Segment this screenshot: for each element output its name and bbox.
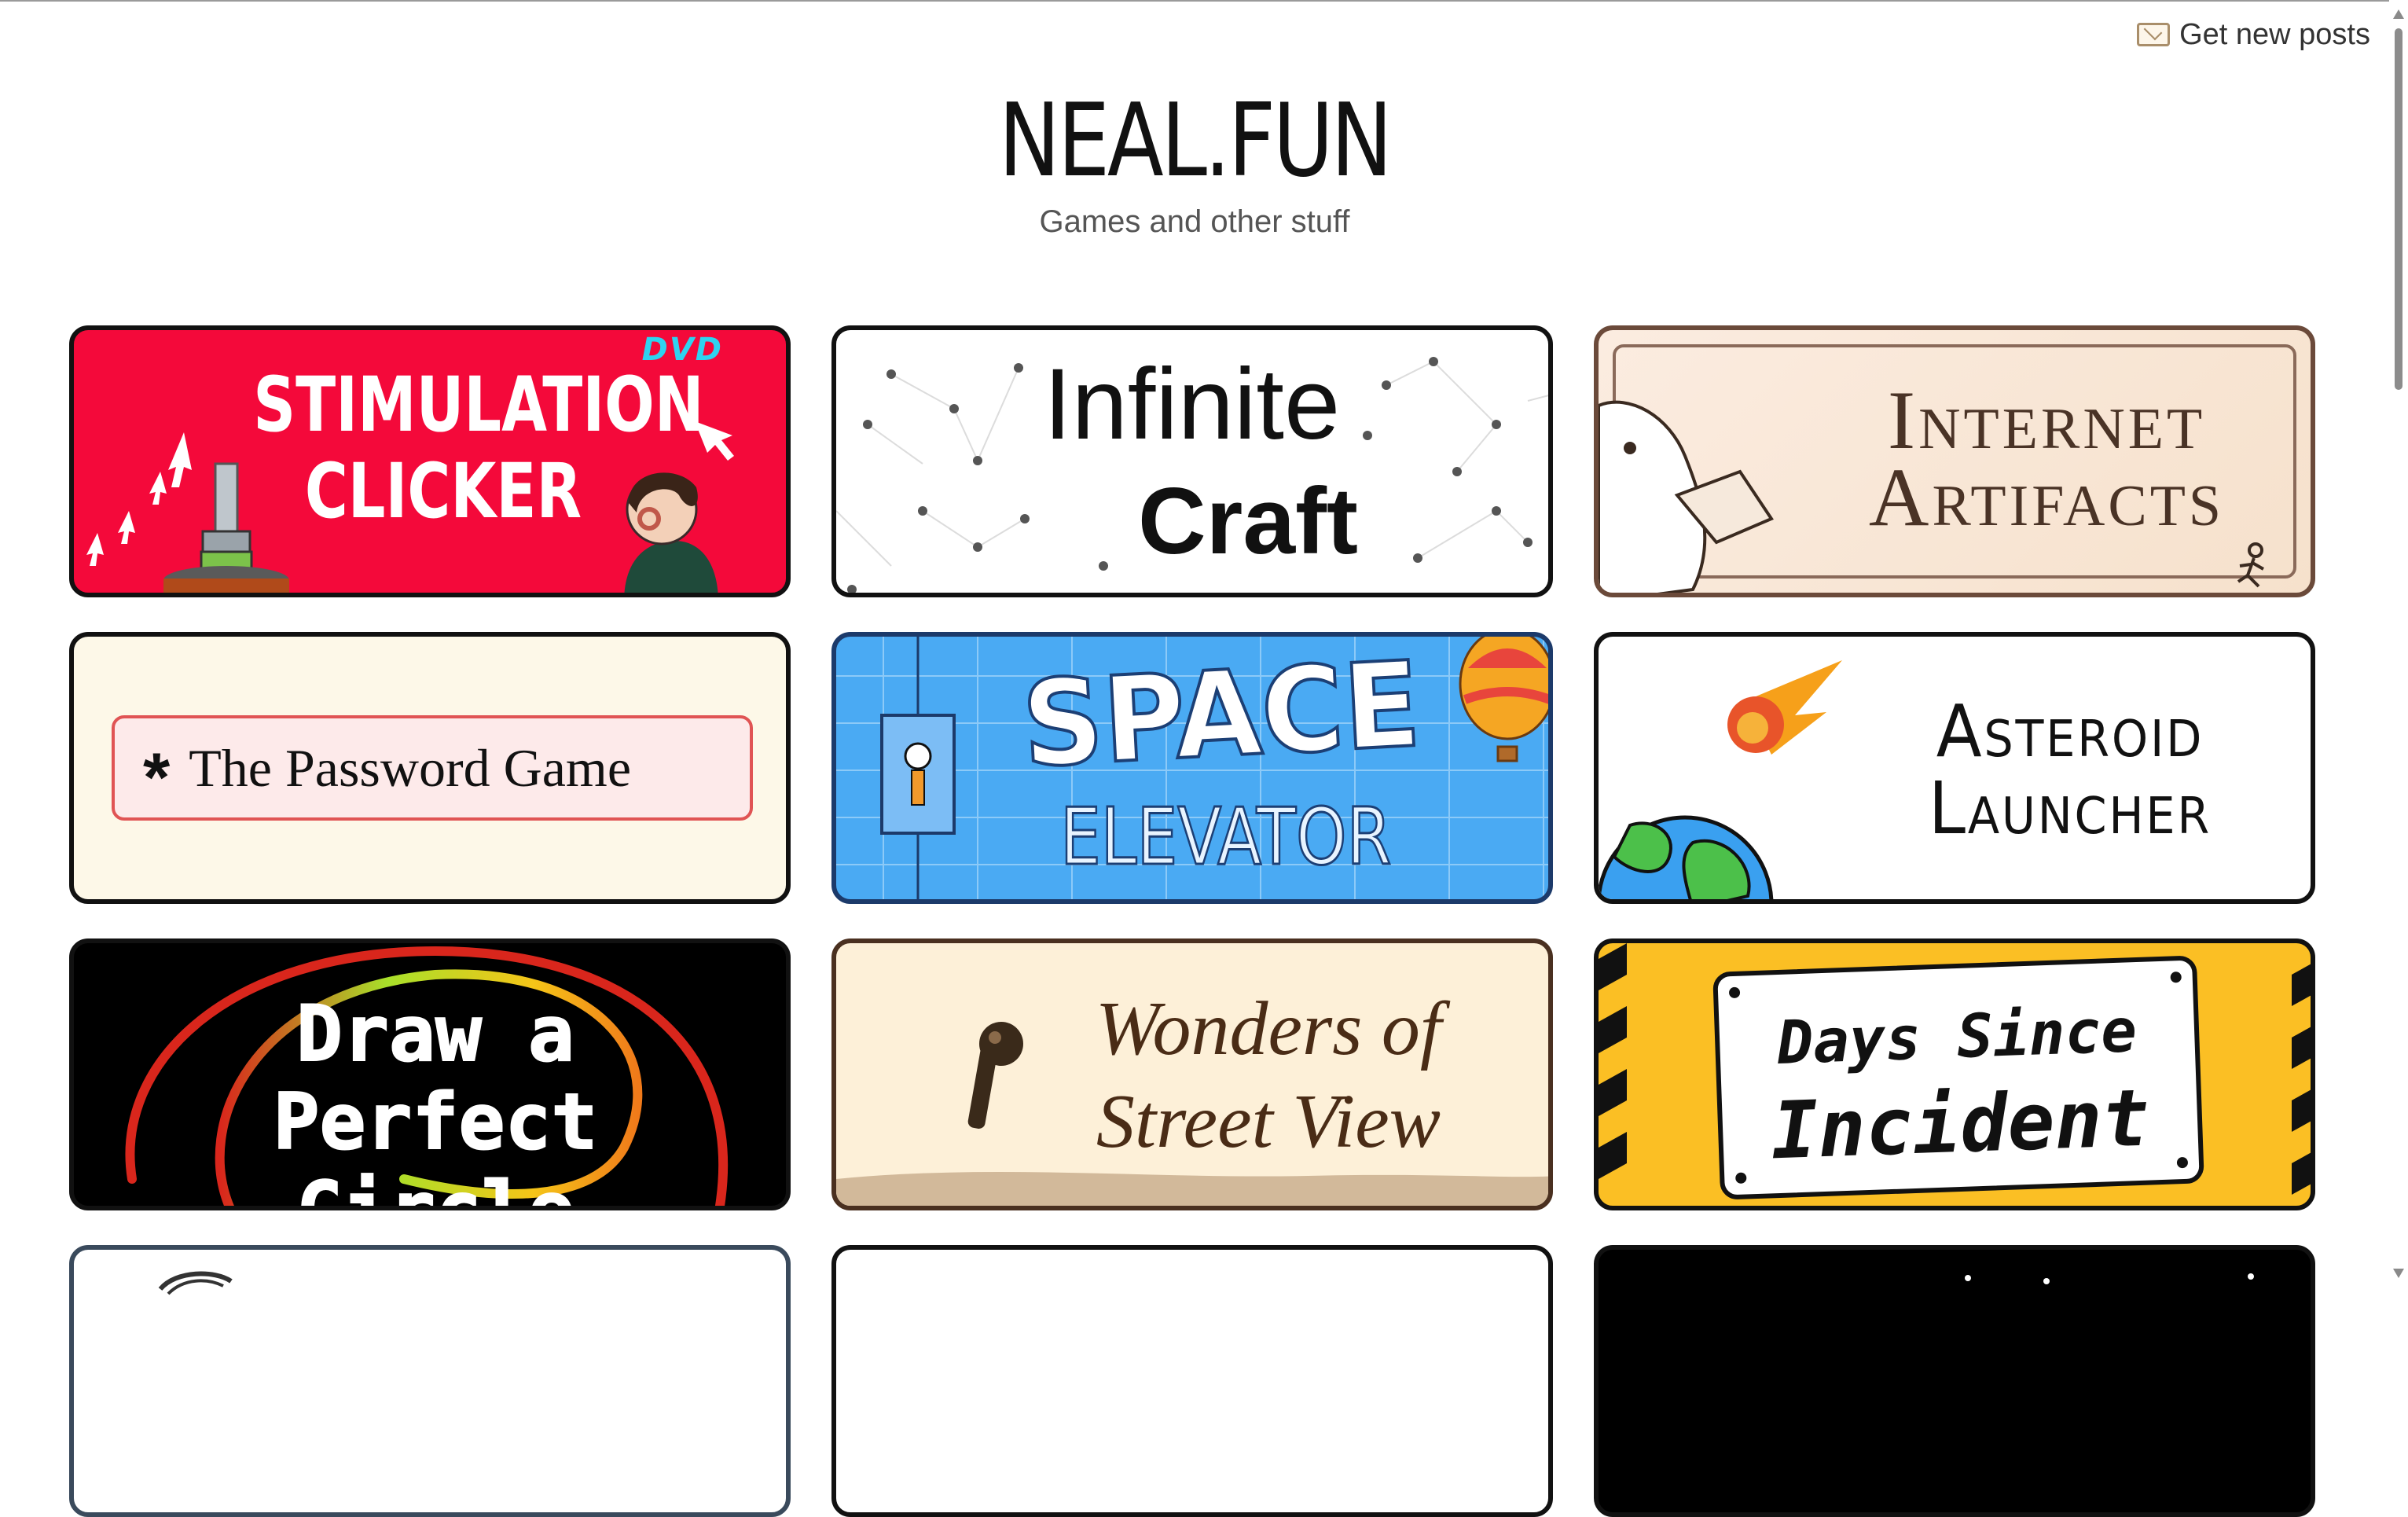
seal-holding-computer-icon — [1599, 400, 1774, 593]
card-title-line2: Incident — [1769, 1071, 2151, 1177]
asteroid-fireball-icon — [1727, 660, 1842, 755]
card-title: Draw a Perfect Circle — [272, 990, 598, 1210]
cursor-icon — [168, 432, 192, 487]
card-partial-left[interactable] — [69, 1245, 791, 1517]
card-infinite-craft[interactable]: Infinite Craft — [831, 325, 1553, 597]
card-title: STIMULATION CLICKER — [253, 361, 704, 535]
cursor-icon — [118, 511, 135, 544]
cursor-icon — [86, 533, 104, 566]
site-title[interactable]: NEAL.FUN — [999, 86, 1393, 197]
incident-sign: Days Since Incident — [1712, 955, 2204, 1200]
screw-icon — [2170, 972, 2182, 983]
partial-artwork — [158, 1271, 233, 1295]
get-new-posts-link[interactable]: Get new posts — [2137, 17, 2370, 52]
card-stimulation-clicker[interactable]: DVD STIMULATION CLICKER — [69, 325, 791, 597]
running-person-icon — [2237, 542, 2264, 588]
card-title-line1: Days Since — [1775, 995, 2138, 1078]
card-title: The Password Game — [189, 737, 632, 798]
site-header: NEAL.FUN Games and other stuff — [0, 86, 2389, 240]
card-internet-artifacts[interactable]: Internet Artifacts — [1594, 325, 2315, 597]
envelope-icon — [2137, 23, 2171, 46]
card-title: Asteroid Launcher — [1928, 689, 2212, 850]
get-new-posts-label: Get new posts — [2179, 17, 2370, 51]
card-days-since-incident[interactable]: Days Since Incident — [1594, 938, 2315, 1210]
girl-with-headphones-icon — [624, 472, 718, 593]
partial-artwork — [1965, 1273, 2254, 1284]
card-space-elevator[interactable]: SPACE ELEVATOR — [831, 632, 1553, 904]
card-title: Internet Artifacts — [1868, 374, 2225, 543]
card-partial-right[interactable] — [1594, 1245, 2315, 1517]
elevator-cabin-icon — [880, 714, 956, 835]
card-title-line2: Craft — [1138, 468, 1359, 574]
asterisk-icon: * — [143, 738, 171, 816]
screw-icon — [1728, 986, 1741, 999]
card-draw-perfect-circle[interactable]: Draw a Perfect Circle — [69, 938, 791, 1210]
card-title: Wonders of Street View — [1095, 986, 1442, 1164]
street-view-pegman-icon — [967, 1022, 1023, 1129]
card-wonders-street-view[interactable]: Wonders of Street View — [831, 938, 1553, 1210]
window-top-border — [0, 0, 2408, 2]
card-title-line1: SPACE — [1018, 636, 1426, 795]
earth-icon — [1599, 815, 1774, 899]
hot-air-balloon-icon — [1459, 637, 1548, 762]
card-title-line2: ELEVATOR — [1059, 791, 1393, 883]
site-tagline: Games and other stuff — [1039, 204, 1350, 239]
password-field-graphic: * The Password Game — [112, 715, 753, 821]
page-scrollbar[interactable] — [2389, 0, 2408, 1287]
scroll-down-arrow-icon[interactable] — [2393, 1269, 2404, 1278]
scrollbar-thumb[interactable] — [2395, 28, 2402, 390]
games-grid: DVD STIMULATION CLICKER Infinite Craft I… — [69, 325, 2317, 1517]
card-partial-center[interactable] — [831, 1245, 1553, 1517]
cursor-icon — [149, 472, 167, 505]
card-asteroid-launcher[interactable]: Asteroid Launcher — [1594, 632, 2315, 904]
card-title-line1: Infinite — [1044, 348, 1341, 461]
scroll-up-arrow-icon[interactable] — [2393, 9, 2404, 19]
card-password-game[interactable]: * The Password Game — [69, 632, 791, 904]
